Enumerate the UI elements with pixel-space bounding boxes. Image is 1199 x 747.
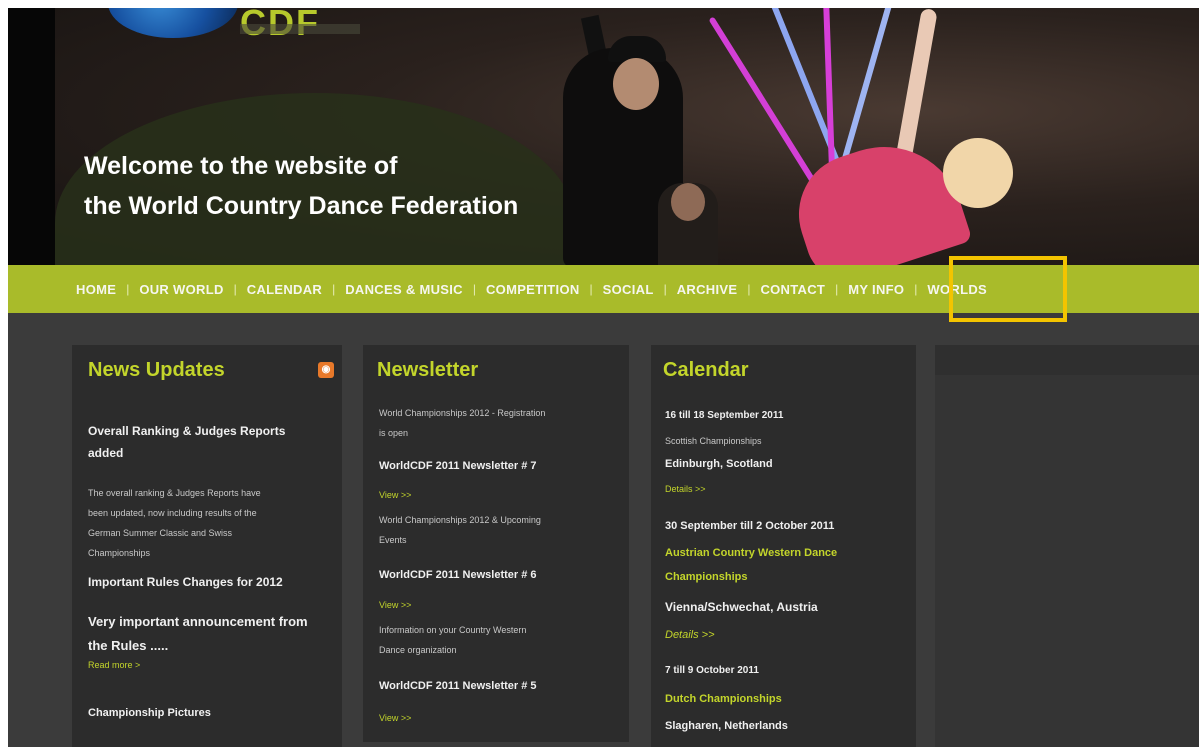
calendar-title: Calendar	[663, 359, 749, 381]
calendar-panel: Calendar 16 till 18 September 2011 Scott…	[651, 345, 916, 747]
event-name-line[interactable]: Championships	[665, 565, 837, 589]
news-item-title[interactable]: Very important announcement from the Rul…	[88, 610, 308, 658]
nav-calendar[interactable]: CALENDAR	[247, 282, 322, 297]
hero-title-line2: the World Country Dance Federation	[84, 192, 519, 220]
newsletter-view-link[interactable]: View >>	[379, 600, 411, 610]
content-area: News Updates ◉ Overall Ranking & Judges …	[8, 313, 1199, 747]
news-item-title-line[interactable]: Very important announcement from	[88, 610, 308, 634]
nav-separator: |	[332, 282, 336, 296]
event-name[interactable]: Austrian Country Western Dance Champions…	[665, 541, 837, 589]
event-date: 7 till 9 October 2011	[665, 665, 759, 676]
newsletter-desc-line: World Championships 2012 & Upcoming	[379, 515, 541, 525]
logo-tagline	[240, 24, 360, 34]
nav-archive[interactable]: ARCHIVE	[677, 282, 738, 297]
news-item-title-line[interactable]: the Rules .....	[88, 634, 308, 658]
news-body-line: Championships	[88, 548, 151, 558]
rss-icon[interactable]: ◉	[318, 362, 334, 378]
nav-my-info[interactable]: MY INFO	[848, 282, 904, 297]
news-body-line: been updated, now including results of t…	[88, 508, 257, 518]
news-updates-panel: News Updates ◉ Overall Ranking & Judges …	[72, 345, 342, 747]
nav-separator: |	[747, 282, 751, 296]
newsletter-desc: Information on your Country Western Danc…	[379, 620, 526, 660]
female-dancer-head	[943, 138, 1013, 208]
right-sidebar-header	[935, 345, 1199, 375]
spectator-head	[671, 183, 705, 221]
right-sidebar-panel	[935, 345, 1199, 747]
news-item-title[interactable]: Important Rules Changes for 2012	[88, 571, 283, 593]
news-item-title-line[interactable]: Overall Ranking & Judges Reports	[88, 420, 285, 442]
read-more-link[interactable]: Read more >	[88, 660, 140, 670]
news-updates-title: News Updates	[88, 359, 225, 381]
newsletter-panel: Newsletter World Championships 2012 - Re…	[363, 345, 629, 742]
newsletter-title: Newsletter	[377, 359, 479, 381]
nav-separator: |	[914, 282, 918, 296]
news-item-title[interactable]: Overall Ranking & Judges Reports added	[88, 420, 285, 464]
nav-social[interactable]: SOCIAL	[603, 282, 654, 297]
newsletter-item-title[interactable]: WorldCDF 2011 Newsletter # 5	[379, 675, 537, 697]
hero-title: Welcome to the website of the World Coun…	[84, 146, 518, 226]
newsletter-item-title[interactable]: WorldCDF 2011 Newsletter # 7	[379, 455, 537, 477]
nav-separator: |	[589, 282, 593, 296]
male-dancer-head	[613, 58, 659, 110]
event-details-link[interactable]: Details >>	[665, 484, 706, 494]
newsletter-desc-line: Events	[379, 535, 407, 545]
news-body-line: German Summer Classic and Swiss	[88, 528, 233, 538]
my-info-highlight	[949, 256, 1067, 322]
event-details-link[interactable]: Details >>	[665, 629, 715, 641]
event-place: Slagharen, Netherlands	[665, 720, 788, 732]
nav-competition[interactable]: COMPETITION	[486, 282, 580, 297]
nav-home[interactable]: HOME	[76, 282, 116, 297]
newsletter-desc-line: is open	[379, 428, 409, 438]
news-item-title[interactable]: Championship Pictures	[88, 702, 211, 724]
nav-separator: |	[233, 282, 237, 296]
news-item-body: The overall ranking & Judges Reports hav…	[88, 483, 261, 563]
news-item-title-line[interactable]: added	[88, 442, 285, 464]
newsletter-view-link[interactable]: View >>	[379, 713, 411, 723]
newsletter-item-title[interactable]: WorldCDF 2011 Newsletter # 6	[379, 564, 537, 586]
hero-left-bar	[8, 8, 55, 265]
news-body-line: The overall ranking & Judges Reports hav…	[88, 488, 261, 498]
newsletter-desc: World Championships 2012 & Upcoming Even…	[379, 510, 541, 550]
newsletter-desc-line: Dance organization	[379, 645, 457, 655]
event-place: Vienna/Schwechat, Austria	[665, 600, 818, 614]
newsletter-desc-line: World Championships 2012 - Registration	[379, 408, 546, 418]
newsletter-desc: World Championships 2012 - Registration …	[379, 403, 545, 443]
nav-contact[interactable]: CONTACT	[760, 282, 825, 297]
event-date: 16 till 18 September 2011	[665, 410, 784, 421]
nav-separator: |	[663, 282, 667, 296]
event-place: Edinburgh, Scotland	[665, 458, 773, 470]
event-name-line[interactable]: Austrian Country Western Dance	[665, 541, 837, 565]
hero-banner: CDF Welcome to the website of the World …	[8, 8, 1199, 265]
newsletter-view-link[interactable]: View >>	[379, 490, 411, 500]
event-name[interactable]: Dutch Championships	[665, 687, 782, 711]
event-name[interactable]: Scottish Championships	[665, 431, 762, 451]
nav-separator: |	[472, 282, 476, 296]
hero-title-line1: Welcome to the website of	[84, 152, 398, 180]
nav-separator: |	[835, 282, 839, 296]
nav-our-world[interactable]: OUR WORLD	[139, 282, 223, 297]
nav-separator: |	[126, 282, 130, 296]
newsletter-desc-line: Information on your Country Western	[379, 625, 527, 635]
page-frame: CDF Welcome to the website of the World …	[8, 8, 1199, 747]
nav-dances-music[interactable]: DANCES & MUSIC	[345, 282, 463, 297]
event-date: 30 September till 2 October 2011	[665, 520, 835, 532]
